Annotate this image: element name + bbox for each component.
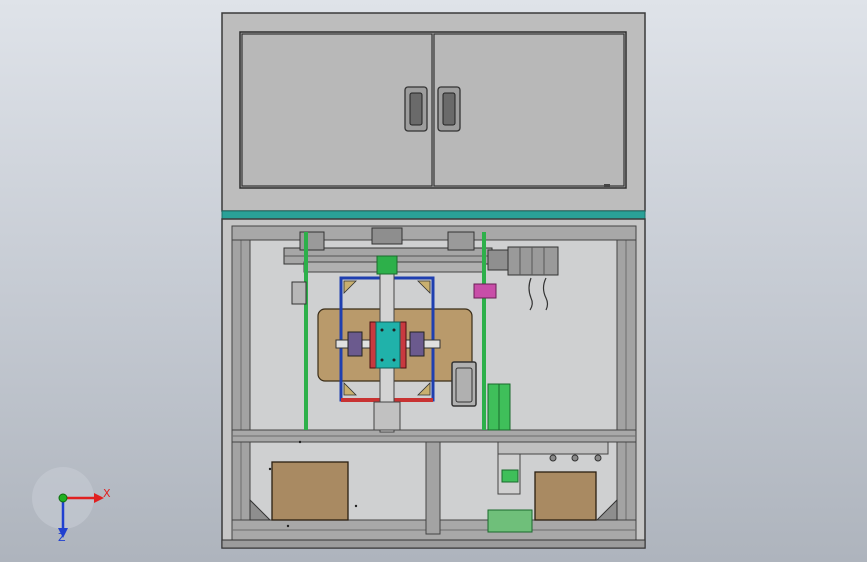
position-marker	[473, 283, 497, 299]
left-bracket	[291, 281, 307, 305]
support-column	[487, 383, 511, 431]
door-handle-left[interactable]	[404, 86, 428, 132]
guide-rod-left	[304, 232, 308, 430]
storage-box-right	[534, 471, 597, 521]
machine-drawing: X Z	[32, 12, 646, 549]
axis-triad: X Z	[32, 467, 111, 544]
cad-viewport[interactable]: X Z	[0, 0, 867, 562]
guide-rod-right	[482, 232, 486, 430]
z-axis-label: Z	[58, 531, 66, 544]
upper-cabinet	[221, 12, 646, 212]
storage-box-left	[271, 461, 349, 521]
x-axis-label: X	[103, 487, 111, 500]
accent-band	[221, 210, 646, 220]
door-handle-right[interactable]	[437, 86, 461, 132]
cabinet-door-left[interactable]	[241, 33, 433, 187]
cabinet-door-right[interactable]	[433, 33, 625, 187]
linear-module	[369, 321, 407, 369]
y-axis-point	[58, 493, 68, 503]
